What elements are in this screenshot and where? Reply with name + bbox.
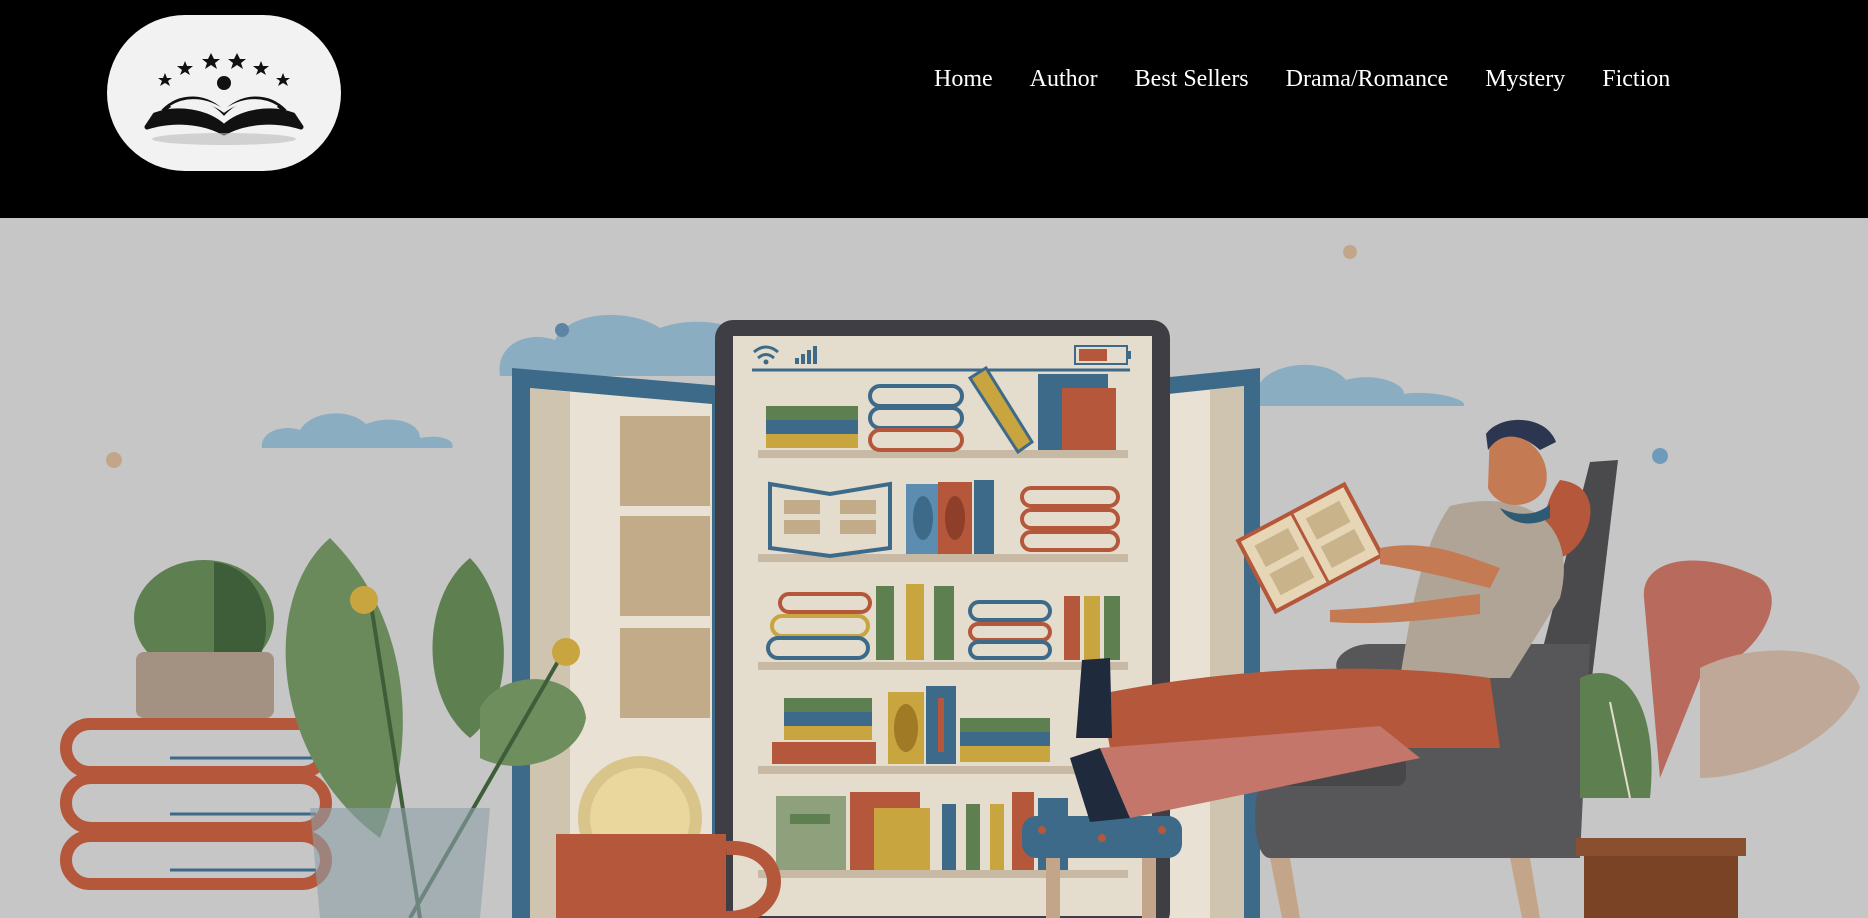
cactus-plant <box>134 560 274 718</box>
nav-home[interactable]: Home <box>934 66 993 93</box>
open-book-stars-logo-icon <box>144 53 304 145</box>
site-header: Home Author Best Sellers Drama/Romance M… <box>0 0 1868 218</box>
site-logo[interactable] <box>107 15 341 171</box>
hero-illustration <box>60 245 1860 918</box>
stacked-books <box>60 718 332 890</box>
nav-best-sellers[interactable]: Best Sellers <box>1135 66 1249 93</box>
nav-mystery[interactable]: Mystery <box>1485 66 1565 93</box>
potted-plant-right <box>1576 560 1860 918</box>
nav-author[interactable]: Author <box>1030 66 1098 93</box>
main-nav: Home Author Best Sellers Drama/Romance M… <box>934 66 1670 93</box>
hero-banner <box>0 218 1868 918</box>
nav-fiction[interactable]: Fiction <box>1602 66 1670 93</box>
nav-drama-romance[interactable]: Drama/Romance <box>1286 66 1449 93</box>
